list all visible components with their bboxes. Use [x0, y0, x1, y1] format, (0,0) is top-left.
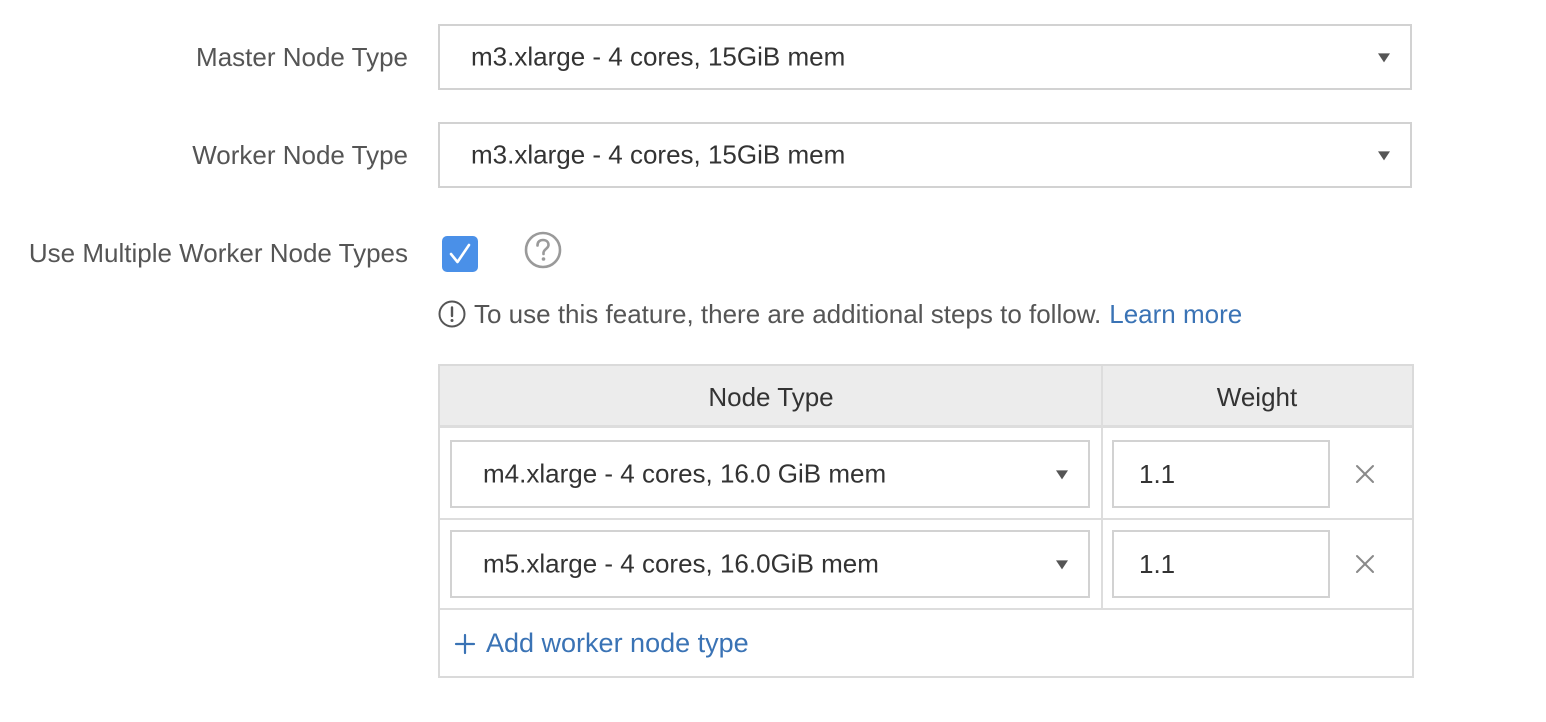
close-icon[interactable] — [1352, 461, 1378, 487]
master-node-type-label: Master Node Type — [196, 42, 408, 72]
question-circle-icon[interactable] — [524, 231, 562, 269]
plus-icon — [454, 633, 476, 654]
node-type-select[interactable]: m5.xlarge - 4 cores, 16.0GiB mem — [450, 530, 1090, 598]
chevron-down-icon — [1378, 151, 1390, 161]
worker-node-types-table: Node Type Weight m4.xlarge - 4 cores, 16… — [438, 364, 1414, 678]
node-type-value: m5.xlarge - 4 cores, 16.0GiB mem — [483, 548, 879, 579]
chevron-down-icon — [1378, 53, 1390, 63]
node-type-select[interactable]: m4.xlarge - 4 cores, 16.0 GiB mem — [450, 440, 1090, 508]
checkmark-icon — [449, 243, 471, 264]
chevron-down-icon — [1056, 470, 1068, 480]
learn-more-link[interactable]: Learn more — [1109, 299, 1242, 330]
node-type-value: m4.xlarge - 4 cores, 16.0 GiB mem — [483, 458, 887, 489]
info-circle-icon — [438, 300, 466, 328]
worker-node-type-value: m3.xlarge - 4 cores, 15GiB mem — [471, 139, 846, 170]
add-worker-node-type-label: Add worker node type — [486, 628, 749, 658]
add-worker-node-type-button[interactable]: Add worker node type — [454, 628, 749, 659]
table-row: m5.xlarge - 4 cores, 16.0GiB mem — [440, 520, 1412, 610]
notice-text: To use this feature, there are additiona… — [474, 298, 1102, 329]
table-row: m4.xlarge - 4 cores, 16.0 GiB mem — [440, 430, 1412, 520]
feature-notice: To use this feature, there are additiona… — [438, 296, 1242, 332]
master-node-type-select[interactable]: m3.xlarge - 4 cores, 15GiB mem — [438, 24, 1412, 90]
worker-node-type-select[interactable]: m3.xlarge - 4 cores, 15GiB mem — [438, 122, 1412, 188]
column-header-node-type: Node Type — [708, 382, 834, 412]
table-header: Node Type Weight — [440, 366, 1412, 428]
multiple-worker-types-checkbox[interactable] — [442, 236, 478, 272]
column-header-weight: Weight — [1216, 382, 1298, 412]
multiple-worker-types-label: Use Multiple Worker Node Types — [28, 238, 408, 268]
chevron-down-icon — [1056, 560, 1068, 570]
weight-input[interactable] — [1112, 530, 1330, 598]
worker-node-type-label: Worker Node Type — [192, 140, 408, 170]
weight-input[interactable] — [1112, 440, 1330, 508]
close-icon[interactable] — [1352, 551, 1378, 577]
master-node-type-value: m3.xlarge - 4 cores, 15GiB mem — [471, 41, 846, 72]
